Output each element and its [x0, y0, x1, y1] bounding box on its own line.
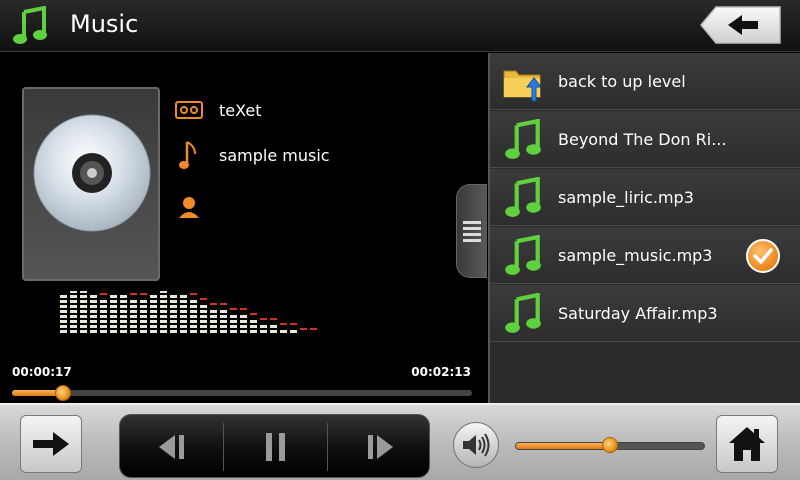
transport-controls: [119, 414, 430, 478]
list-item-label: Saturday Affair.mp3: [558, 304, 718, 323]
page-title: Music: [70, 10, 139, 38]
next-icon: [367, 435, 393, 459]
artist-name: teXet: [219, 100, 262, 120]
previous-button[interactable]: [120, 415, 223, 479]
volume-slider[interactable]: [515, 437, 705, 453]
progress-handle[interactable]: [54, 385, 71, 401]
now-playing-panel: teXet sample music 00:00:17 00:02:13: [0, 53, 487, 403]
list-item[interactable]: sample_liric.mp3: [490, 169, 800, 226]
arrow-left-icon: [700, 6, 781, 44]
playlist-toggle-handle[interactable]: [456, 184, 487, 278]
home-button[interactable]: [716, 415, 778, 473]
pause-button[interactable]: [224, 415, 327, 479]
volume-button[interactable]: [453, 422, 499, 468]
control-bar: [0, 403, 800, 480]
album-art: [22, 87, 160, 281]
arrow-right-icon: [33, 432, 69, 456]
total-time: 00:02:13: [411, 365, 471, 379]
cd-disc-icon: [33, 114, 151, 232]
title-bar: Music: [0, 0, 800, 52]
album-row: sample music: [174, 140, 330, 170]
cassette-icon: [174, 98, 204, 122]
music-note-icon: [12, 5, 48, 46]
back-button[interactable]: [700, 6, 782, 44]
menu-grip-icon: [463, 221, 481, 245]
check-icon: [746, 239, 780, 273]
volume-handle[interactable]: [602, 437, 618, 453]
volume-fill: [516, 443, 610, 449]
composer-row: [174, 192, 219, 222]
list-item[interactable]: Beyond The Don Ri...: [490, 111, 800, 168]
list-item-label: sample_music.mp3: [558, 246, 713, 265]
playlist: back to up level Beyond The Don Ri... sa…: [488, 53, 800, 403]
list-item-back-up-level[interactable]: back to up level: [490, 53, 800, 110]
music-note-icon: [502, 292, 544, 335]
music-note-icon: [174, 141, 204, 169]
current-time: 00:00:17: [12, 365, 72, 379]
list-item-label: Beyond The Don Ri...: [558, 130, 727, 149]
music-note-icon: [502, 234, 544, 277]
speaker-icon: [463, 433, 490, 457]
folder-up-icon: [502, 61, 544, 103]
list-item[interactable]: Saturday Affair.mp3: [490, 285, 800, 342]
equalizer-visualizer: [60, 291, 317, 333]
forward-view-button[interactable]: [20, 415, 82, 473]
progress-bar[interactable]: [12, 385, 472, 401]
list-item[interactable]: sample_music.mp3: [490, 227, 800, 284]
music-note-icon: [502, 176, 544, 219]
person-icon: [174, 195, 204, 219]
home-icon: [729, 427, 765, 461]
music-note-icon: [502, 118, 544, 161]
next-button[interactable]: [328, 415, 431, 479]
list-item-label: sample_liric.mp3: [558, 188, 694, 207]
artist-row: teXet: [174, 95, 261, 125]
pause-icon: [265, 433, 285, 461]
album-name: sample music: [219, 145, 330, 165]
list-item-label: back to up level: [558, 72, 686, 91]
previous-icon: [158, 435, 184, 459]
